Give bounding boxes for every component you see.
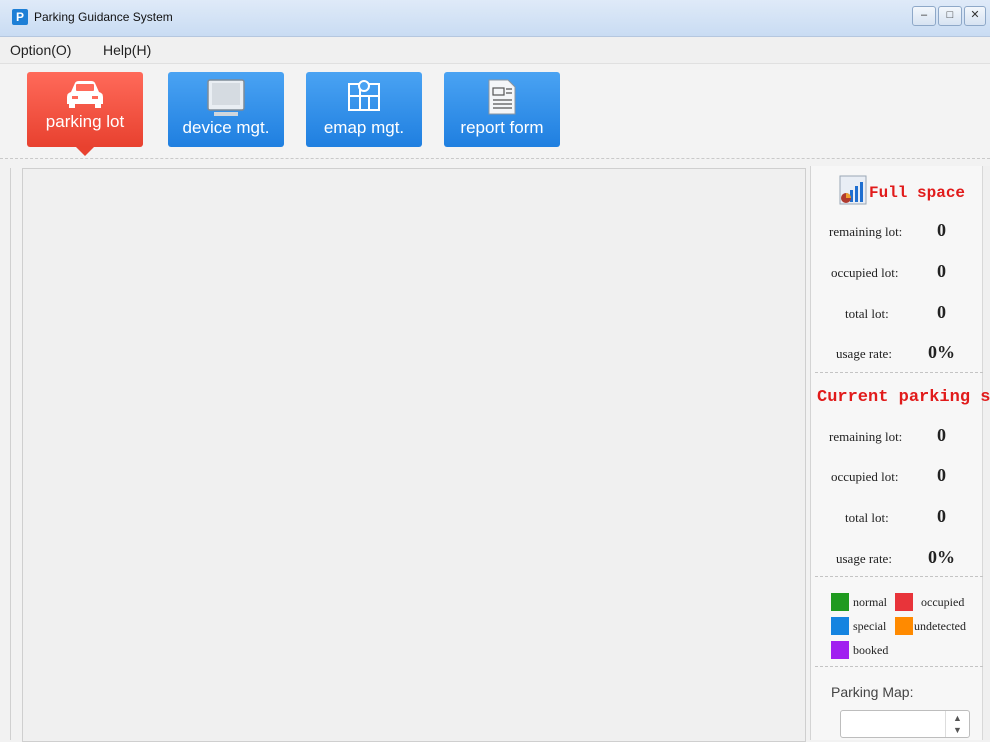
parking-lot-label: parking lot (45, 112, 125, 131)
window-title: Parking Guidance System (34, 10, 173, 24)
document-icon (488, 79, 516, 115)
legend-label-booked: booked (853, 643, 889, 657)
current-usage-value: 0% (928, 547, 955, 567)
legend-swatch-special (831, 617, 849, 635)
report-form-label: report form (460, 118, 544, 137)
full-remaining-label: remaining lot: (829, 224, 903, 239)
title-bar: P Parking Guidance System – □ ✕ (0, 0, 990, 37)
active-pointer (75, 146, 95, 156)
legend-swatch-booked (831, 641, 849, 659)
full-remaining-value: 0 (937, 220, 946, 240)
full-usage-value: 0% (928, 342, 955, 362)
emap-mgt-label: emap mgt. (323, 118, 405, 137)
legend-label-normal: normal (853, 595, 887, 609)
legend-swatch-occupied (895, 593, 913, 611)
full-occupied-label: occupied lot: (831, 265, 899, 280)
car-icon (67, 81, 103, 108)
menu-help[interactable]: Help(H) (103, 42, 151, 58)
current-usage-label: usage rate: (836, 551, 892, 566)
device-mgt-label: device mgt. (182, 118, 270, 137)
full-total-label: total lot: (845, 306, 889, 321)
legend-swatch-normal (831, 593, 849, 611)
map-icon (348, 80, 380, 111)
minimize-button[interactable]: – (912, 6, 936, 26)
section-divider (815, 372, 983, 373)
left-border (10, 168, 11, 740)
legend-label-special: special (853, 619, 887, 633)
parking-map-label: Parking Map: (831, 684, 914, 700)
device-mgt-button[interactable]: device mgt. (168, 72, 284, 147)
current-remaining-value: 0 (937, 425, 946, 445)
full-usage-label: usage rate: (836, 346, 892, 361)
close-button[interactable]: ✕ (964, 6, 986, 26)
full-occupied-value: 0 (937, 261, 946, 281)
report-form-button[interactable]: report form (444, 72, 560, 147)
full-total-value: 0 (937, 302, 946, 322)
section-divider (815, 666, 983, 667)
monitor-icon (207, 79, 245, 116)
parking-lot-view[interactable] (22, 168, 806, 742)
full-space-title: Full space (869, 184, 966, 202)
toolbar: parking lot device mgt. emap mgt. report… (0, 64, 990, 159)
current-remaining-label: remaining lot: (829, 429, 903, 444)
current-occupied-value: 0 (937, 465, 946, 485)
current-occupied-label: occupied lot: (831, 469, 899, 484)
legend-swatch-undetected (895, 617, 913, 635)
maximize-button[interactable]: □ (938, 6, 962, 26)
emap-mgt-button[interactable]: emap mgt. (306, 72, 422, 147)
legend-label-undetected: undetected (914, 619, 966, 633)
current-total-label: total lot: (845, 510, 889, 525)
parking-map-select[interactable]: ▲ ▼ (840, 710, 970, 738)
side-panel-scrollbar[interactable] (982, 166, 990, 740)
select-arrows-icon[interactable]: ▲ ▼ (945, 711, 969, 737)
current-space-title: Current parking s (817, 388, 990, 407)
menu-option[interactable]: Option(O) (10, 42, 71, 58)
app-logo-icon: P (12, 9, 28, 25)
section-divider (815, 576, 983, 577)
current-total-value: 0 (937, 506, 946, 526)
legend-label-occupied: occupied (921, 595, 965, 609)
statistics-chart-icon (839, 175, 867, 205)
parking-lot-button[interactable]: parking lot (27, 72, 143, 156)
menu-bar: Option(O) Help(H) (0, 37, 990, 64)
